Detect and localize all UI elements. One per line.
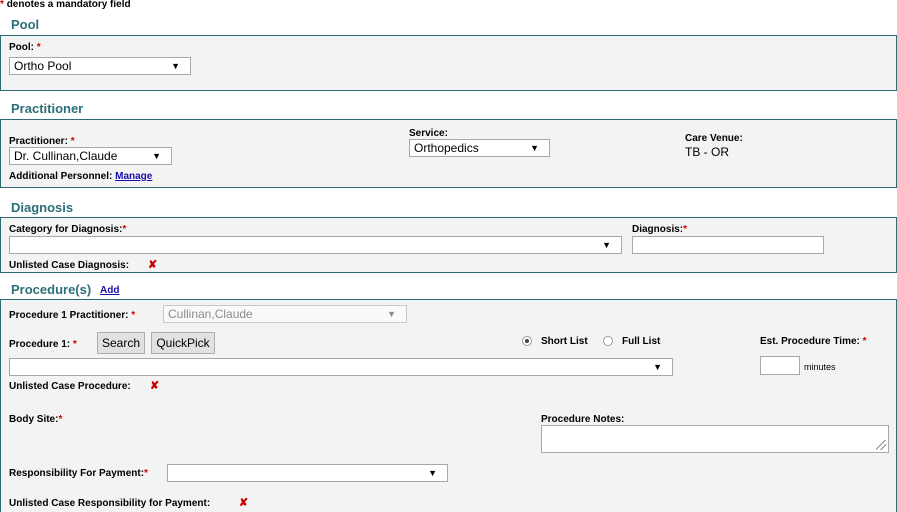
add-procedure-link[interactable]: Add <box>100 285 119 296</box>
pool-label: Pool: * <box>9 42 41 53</box>
procedures-panel: Procedure 1 Practitioner: * Cullinan,Cla… <box>0 299 897 512</box>
care-venue-value: TB - OR <box>685 145 729 159</box>
procedure-notes-textarea[interactable] <box>541 425 889 453</box>
chevron-down-icon: ▼ <box>171 61 180 71</box>
search-button[interactable]: Search <box>97 332 145 354</box>
pool-panel: Pool: * Ortho Pool ▼ <box>0 35 897 91</box>
service-label: Service: <box>409 128 448 139</box>
diagnosis-input[interactable] <box>632 236 824 254</box>
responsibility-select[interactable]: ▼ <box>167 464 448 482</box>
diagnosis-label: Diagnosis:* <box>632 224 688 235</box>
procedure-1-label: Procedure 1: * <box>9 339 77 350</box>
x-icon[interactable]: ✘ <box>150 379 159 392</box>
procedure-notes-label: Procedure Notes: <box>541 414 625 425</box>
diagnosis-panel: Category for Diagnosis:* ▼ Diagnosis:* U… <box>0 217 897 273</box>
chevron-down-icon: ▼ <box>152 151 161 161</box>
practitioner-panel: Practitioner: * Dr. Cullinan,Claude ▼ Ad… <box>0 119 897 188</box>
resize-grip-icon[interactable] <box>876 440 886 450</box>
full-list-radio[interactable] <box>603 336 613 346</box>
category-diagnosis-select[interactable]: ▼ <box>9 236 622 254</box>
responsibility-label: Responsibility For Payment:* <box>9 468 148 479</box>
full-list-label: Full List <box>622 336 661 347</box>
procedure-practitioner-value: Cullinan,Claude <box>168 307 253 321</box>
chevron-down-icon: ▼ <box>602 240 611 250</box>
mandatory-note-text: denotes a mandatory field <box>6 0 131 10</box>
service-select[interactable]: Orthopedics ▼ <box>409 139 550 157</box>
additional-personnel: Additional Personnel: Manage <box>9 171 153 182</box>
section-title-practitioner: Practitioner <box>11 101 84 116</box>
section-title-diagnosis: Diagnosis <box>11 200 74 215</box>
category-diagnosis-label: Category for Diagnosis:* <box>9 224 127 235</box>
x-icon[interactable]: ✘ <box>148 258 157 271</box>
chevron-down-icon: ▼ <box>428 468 437 478</box>
quickpick-button[interactable]: QuickPick <box>151 332 215 354</box>
procedure-1-select[interactable]: ▼ <box>9 358 673 376</box>
unlisted-case-procedure: Unlisted Case Procedure: <box>9 381 131 392</box>
unlisted-case-responsibility: Unlisted Case Responsibility for Payment… <box>9 498 211 509</box>
section-title-procedures: Procedure(s) <box>11 282 92 297</box>
body-site-label: Body Site:* <box>9 414 63 425</box>
care-venue-label: Care Venue: <box>685 133 743 144</box>
minutes-label: minutes <box>804 362 836 372</box>
service-select-value: Orthopedics <box>414 141 479 155</box>
est-time-input[interactable] <box>760 356 800 375</box>
practitioner-label: Practitioner: * <box>9 136 75 147</box>
required-star: * <box>0 0 4 10</box>
procedure-practitioner-select[interactable]: Cullinan,Claude ▼ <box>163 305 407 323</box>
practitioner-select[interactable]: Dr. Cullinan,Claude ▼ <box>9 147 172 165</box>
chevron-down-icon: ▼ <box>530 143 539 153</box>
chevron-down-icon: ▼ <box>653 362 662 372</box>
pool-select-value: Ortho Pool <box>14 59 72 73</box>
pool-select[interactable]: Ortho Pool ▼ <box>9 57 191 75</box>
practitioner-select-value: Dr. Cullinan,Claude <box>14 149 118 163</box>
section-title-pool: Pool <box>11 17 40 32</box>
manage-link[interactable]: Manage <box>115 171 152 182</box>
procedure-practitioner-label: Procedure 1 Practitioner: * <box>9 310 136 321</box>
short-list-radio[interactable] <box>522 336 532 346</box>
mandatory-field-note: * denotes a mandatory field <box>0 0 131 10</box>
est-procedure-time-label: Est. Procedure Time: * <box>760 336 867 347</box>
short-list-label: Short List <box>541 336 588 347</box>
x-icon[interactable]: ✘ <box>239 496 248 509</box>
chevron-down-icon: ▼ <box>387 309 396 319</box>
unlisted-case-diagnosis: Unlisted Case Diagnosis: <box>9 260 130 271</box>
